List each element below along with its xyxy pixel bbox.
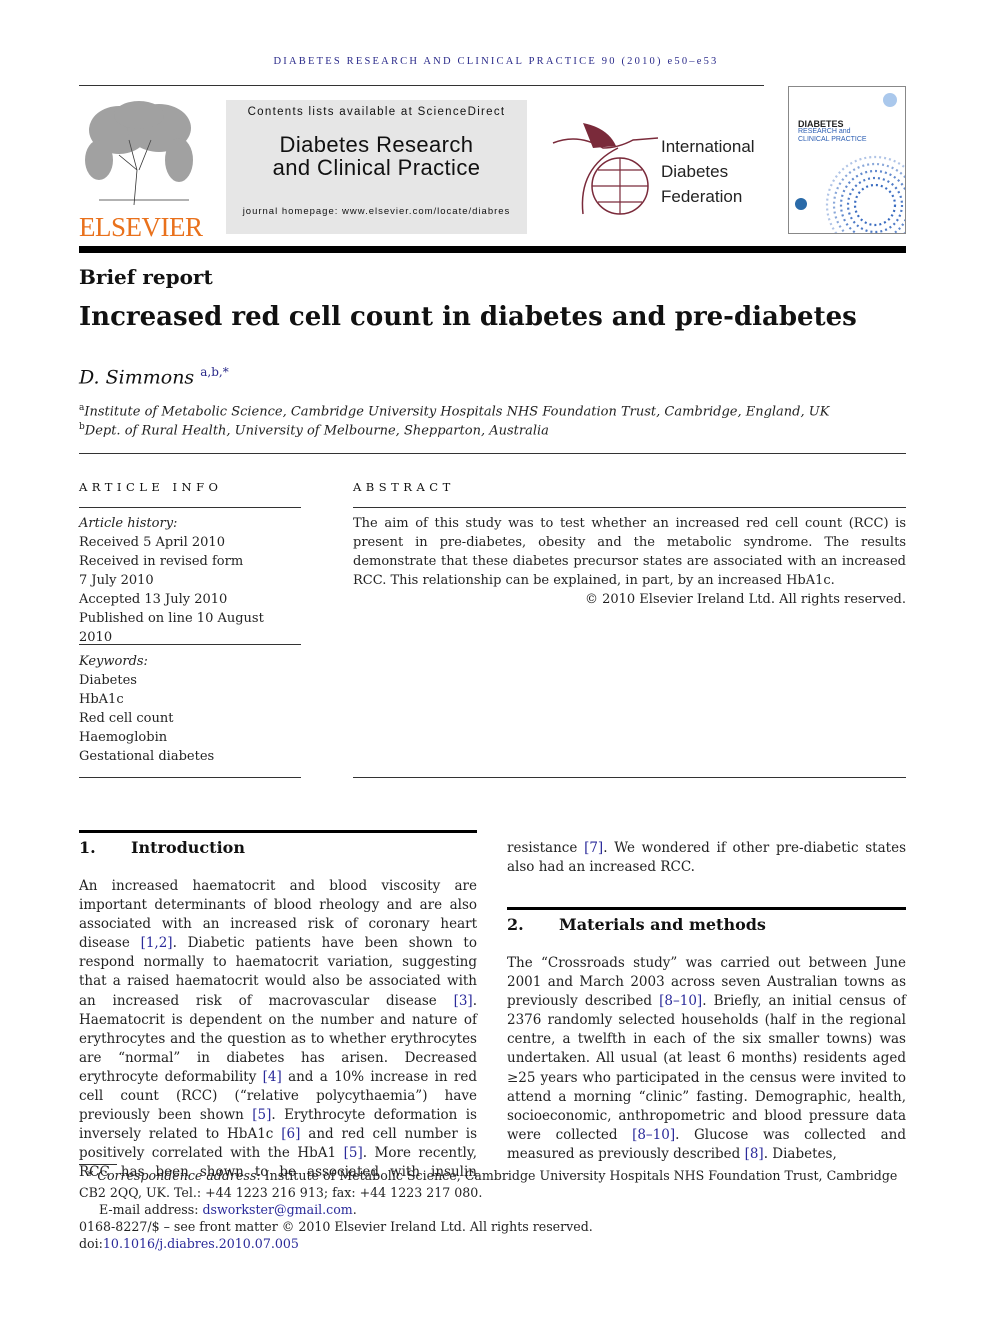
abstract-copyright: © 2010 Elsevier Ireland Ltd. All rights …: [584, 592, 906, 607]
history-label: Article history:: [79, 516, 178, 531]
journal-banner: Contents lists available at ScienceDirec…: [226, 100, 527, 234]
keywords: Keywords: Diabetes HbA1c Red cell count Hae…: [79, 652, 301, 766]
footnote-rule: [79, 1164, 117, 1165]
journal-title-line1: Diabetes Research: [279, 132, 474, 157]
doi-note: doi:10.1016/j.diabres.2010.07.005: [79, 1236, 299, 1251]
citation-link[interactable]: [5]: [344, 1145, 363, 1161]
author-marks[interactable]: a,b,*: [200, 365, 228, 379]
front-matter: 0168-8227/$ – see front matter © 2010 El…: [79, 1219, 593, 1234]
section-rule: [79, 830, 477, 833]
history-item: Accepted 13 July 2010: [79, 592, 228, 607]
affiliation-a: aInstitute of Metabolic Science, Cambrid…: [79, 403, 830, 420]
citation-link[interactable]: [4]: [263, 1069, 282, 1085]
abstract-heading: ABSTRACT: [353, 480, 455, 494]
divider: [79, 85, 764, 86]
correspondence-note: * Correspondence address: Institute of M…: [79, 1168, 898, 1200]
methods-paragraph: The “Crossroads study” was carried out b…: [507, 954, 906, 1164]
journal-homepage-link[interactable]: journal homepage: www.elsevier.com/locat…: [226, 206, 527, 217]
article-type: Brief report: [79, 265, 213, 289]
citation-link[interactable]: [6]: [281, 1126, 300, 1142]
article-title: Increased red cell count in diabetes and…: [79, 302, 857, 332]
keyword-item: Haemoglobin: [79, 730, 168, 745]
citation-link[interactable]: [3]: [454, 993, 473, 1009]
cover-dots-icon: [795, 93, 905, 233]
divider: [79, 644, 301, 645]
doi-link[interactable]: 10.1016/j.diabres.2010.07.005: [103, 1236, 299, 1251]
author: D. Simmons a,b,*: [79, 365, 229, 388]
idf-line3: Federation: [661, 187, 743, 206]
author-name[interactable]: D. Simmons: [79, 366, 194, 388]
affiliation-b: bDept. of Rural Health, University of Me…: [79, 422, 549, 439]
elsevier-logo: ELSEVIER: [79, 100, 203, 242]
body-text: . Briefly, an initial census of 2376 ran…: [507, 993, 906, 1143]
intro-paragraph-col1: An increased haematocrit and blood visco…: [79, 877, 477, 1183]
section-heading-methods: 2. Materials and methods: [507, 915, 766, 934]
intro-paragraph-col2: resistance [7]. We wondered if other pre…: [507, 839, 906, 877]
section-heading-introduction: 1. Introduction: [79, 838, 245, 857]
keyword-item: Gestational diabetes: [79, 749, 215, 764]
history-item: Published on line 10 August 2010: [79, 611, 264, 645]
citation-link[interactable]: [8–10]: [632, 1127, 675, 1143]
body-text: resistance: [507, 840, 585, 856]
keywords-label: Keywords:: [79, 654, 148, 669]
citation-link[interactable]: [5]: [252, 1107, 271, 1123]
body-text: . Diabetes,: [763, 1145, 837, 1162]
keyword-item: Diabetes: [79, 673, 137, 688]
abstract-text: The aim of this study was to test whethe…: [353, 516, 906, 588]
footnotes: * Correspondence address: Institute of M…: [79, 1167, 906, 1252]
idf-bird-globe-icon: [552, 123, 659, 215]
divider: [353, 507, 906, 508]
keyword-item: Red cell count: [79, 711, 174, 726]
history-item: 7 July 2010: [79, 573, 154, 588]
divider: [353, 777, 906, 778]
history-item: Received in revised form: [79, 554, 244, 569]
citation-link[interactable]: [8–10]: [659, 993, 702, 1009]
abstract: The aim of this study was to test whethe…: [353, 514, 906, 609]
citation-link[interactable]: [7]: [584, 840, 603, 856]
email-note: E-mail address: dsworkster@gmail.com.: [99, 1202, 357, 1217]
keyword-item: HbA1c: [79, 692, 124, 707]
cover-subtitle1: RESEARCH and: [798, 128, 851, 135]
journal-title-line2: and Clinical Practice: [272, 155, 481, 180]
citation-link[interactable]: [8]: [745, 1146, 764, 1162]
citation-link[interactable]: [1,2]: [141, 935, 173, 951]
divider: [79, 777, 301, 778]
divider: [79, 507, 301, 508]
idf-logo: International Diabetes Federation: [548, 118, 768, 218]
idf-line1: International: [661, 137, 755, 156]
divider: [79, 453, 906, 454]
journal-cover: DIABETES RESEARCH and CLINICAL PRACTICE: [788, 86, 906, 234]
article-history: Article history: Received 5 April 2010 Re…: [79, 514, 301, 647]
email-link[interactable]: dsworkster@gmail.com: [202, 1202, 352, 1217]
section-rule: [507, 907, 906, 910]
article-info-heading: ARTICLE INFO: [79, 480, 223, 494]
idf-line2: Diabetes: [661, 162, 729, 181]
running-head: DIABETES RESEARCH AND CLINICAL PRACTICE …: [273, 56, 719, 67]
cover-subtitle2: CLINICAL PRACTICE: [798, 136, 867, 143]
elsevier-wordmark: ELSEVIER: [79, 212, 203, 242]
elsevier-tree-icon: [85, 101, 193, 206]
header-rule: [79, 246, 906, 253]
history-item: Received 5 April 2010: [79, 535, 225, 550]
contents-note: Contents lists available at ScienceDirec…: [247, 106, 506, 118]
